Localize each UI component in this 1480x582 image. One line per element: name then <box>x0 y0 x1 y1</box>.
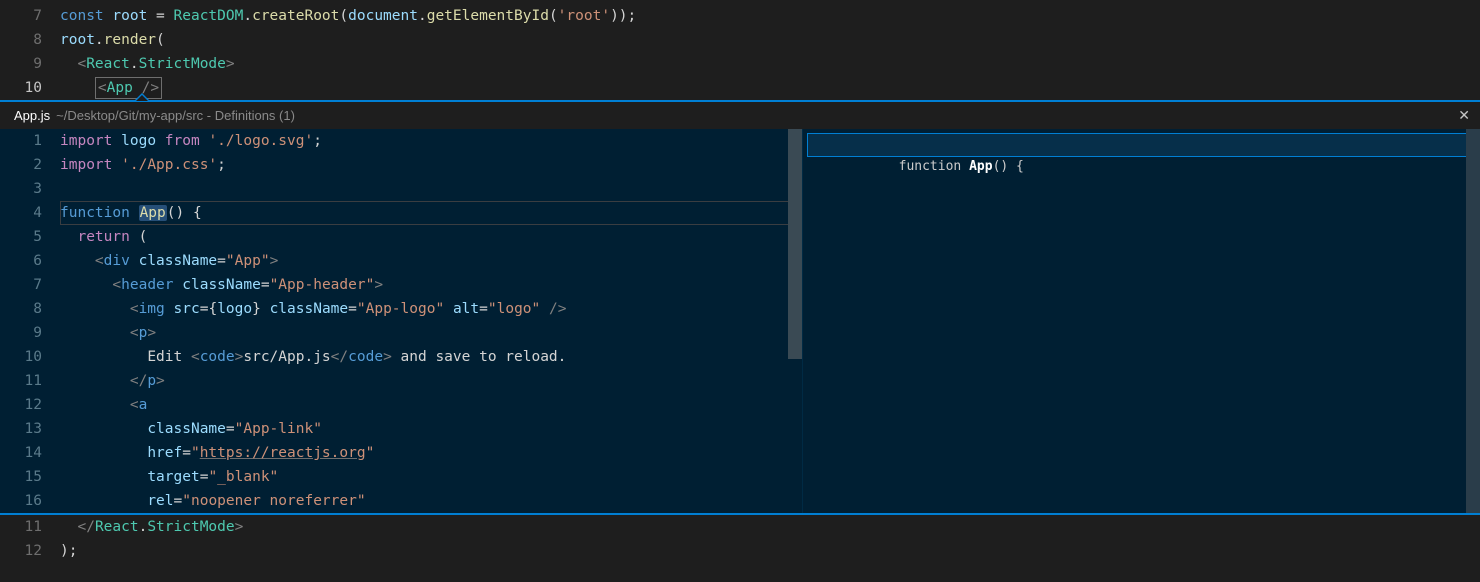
code-line[interactable]: 3 <box>0 177 802 201</box>
code-content[interactable]: className="App-link" <box>60 417 802 441</box>
code-line[interactable]: 8root.render( <box>0 28 1480 52</box>
line-number: 7 <box>0 4 60 28</box>
code-content[interactable]: ); <box>60 539 1480 563</box>
line-number: 12 <box>0 539 60 563</box>
code-line[interactable]: 1import logo from './logo.svg'; <box>0 129 802 153</box>
line-number: 10 <box>0 345 60 369</box>
code-line[interactable]: 8 <img src={logo} className="App-logo" a… <box>0 297 802 321</box>
line-number: 6 <box>0 249 60 273</box>
code-line[interactable]: 5 return ( <box>0 225 802 249</box>
code-line[interactable]: 12); <box>0 539 1480 563</box>
line-number: 7 <box>0 273 60 297</box>
line-number: 10 <box>0 76 60 100</box>
code-line[interactable]: 12 <a <box>0 393 802 417</box>
line-number: 11 <box>0 515 60 539</box>
line-number: 11 <box>0 369 60 393</box>
peek-header: App.js ~/Desktop/Git/my-app/src - Defini… <box>0 102 1480 129</box>
line-number: 5 <box>0 225 60 249</box>
code-line[interactable]: 9 <p> <box>0 321 802 345</box>
code-content[interactable]: function App() { <box>60 201 802 225</box>
line-number: 1 <box>0 129 60 153</box>
code-line[interactable]: 16 rel="noopener noreferrer" <box>0 489 802 513</box>
code-line[interactable]: 11 </p> <box>0 369 802 393</box>
peek-view: App.js ~/Desktop/Git/my-app/src - Defini… <box>0 100 1480 515</box>
code-content[interactable]: rel="noopener noreferrer" <box>60 489 802 513</box>
code-content[interactable]: <a <box>60 393 802 417</box>
code-line[interactable]: 14 href="https://reactjs.org" <box>0 441 802 465</box>
code-line[interactable]: 7 <header className="App-header"> <box>0 273 802 297</box>
peek-lines-container: 1import logo from './logo.svg';2import '… <box>0 129 802 513</box>
code-content[interactable]: <header className="App-header"> <box>60 273 802 297</box>
line-number: 13 <box>0 417 60 441</box>
code-line[interactable]: 6 <div className="App"> <box>0 249 802 273</box>
code-content[interactable]: <div className="App"> <box>60 249 802 273</box>
code-content[interactable]: </p> <box>60 369 802 393</box>
peek-filepath: ~/Desktop/Git/my-app/src - Definitions (… <box>56 102 295 129</box>
bottom-lines-container: 11 </React.StrictMode>12); <box>0 515 1480 563</box>
code-content[interactable]: import './App.css'; <box>60 153 802 177</box>
code-line[interactable]: 10 <App /> <box>0 76 1480 100</box>
code-content[interactable]: import logo from './logo.svg'; <box>60 129 802 153</box>
code-line[interactable]: 10 Edit <code>src/App.js</code> and save… <box>0 345 802 369</box>
line-number: 14 <box>0 441 60 465</box>
code-line[interactable]: 13 className="App-link" <box>0 417 802 441</box>
code-line[interactable]: 2import './App.css'; <box>0 153 802 177</box>
line-number: 9 <box>0 52 60 76</box>
code-content[interactable]: href="https://reactjs.org" <box>60 441 802 465</box>
code-line[interactable]: 11 </React.StrictMode> <box>0 515 1480 539</box>
line-number: 9 <box>0 321 60 345</box>
scrollbar[interactable] <box>788 129 802 359</box>
code-content[interactable]: <img src={logo} className="App-logo" alt… <box>60 297 802 321</box>
main-editor-bottom[interactable]: 11 </React.StrictMode>12); <box>0 515 1480 563</box>
line-number: 15 <box>0 465 60 489</box>
main-editor-top[interactable]: 7const root = ReactDOM.createRoot(docume… <box>0 0 1480 100</box>
code-content[interactable]: root.render( <box>60 28 1480 52</box>
top-lines-container: 7const root = ReactDOM.createRoot(docume… <box>0 4 1480 100</box>
peek-references-pane[interactable]: function App() { <box>802 129 1480 513</box>
line-number: 8 <box>0 297 60 321</box>
line-number: 16 <box>0 489 60 513</box>
peek-filename: App.js <box>14 102 50 129</box>
line-number: 8 <box>0 28 60 52</box>
code-content[interactable]: Edit <code>src/App.js</code> and save to… <box>60 345 802 369</box>
scrollbar[interactable] <box>1466 129 1480 513</box>
line-number: 4 <box>0 201 60 225</box>
code-content[interactable]: target="_blank" <box>60 465 802 489</box>
line-number: 12 <box>0 393 60 417</box>
code-content[interactable]: <React.StrictMode> <box>60 52 1480 76</box>
close-icon[interactable]: ✕ <box>1458 102 1470 129</box>
code-content[interactable]: <p> <box>60 321 802 345</box>
line-number: 2 <box>0 153 60 177</box>
reference-item[interactable]: function App() { <box>807 133 1476 157</box>
line-number: 3 <box>0 177 60 201</box>
code-content[interactable]: const root = ReactDOM.createRoot(documen… <box>60 4 1480 28</box>
code-line[interactable]: 7const root = ReactDOM.createRoot(docume… <box>0 4 1480 28</box>
code-line[interactable]: 15 target="_blank" <box>0 465 802 489</box>
code-content[interactable]: </React.StrictMode> <box>60 515 1480 539</box>
peek-arrow-icon <box>134 93 150 101</box>
code-line[interactable]: 9 <React.StrictMode> <box>0 52 1480 76</box>
code-content[interactable] <box>60 177 802 201</box>
code-content[interactable]: return ( <box>60 225 802 249</box>
peek-editor-pane[interactable]: 1import logo from './logo.svg';2import '… <box>0 129 802 513</box>
code-content[interactable]: <App /> <box>60 76 1480 100</box>
code-line[interactable]: 4function App() { <box>0 201 802 225</box>
